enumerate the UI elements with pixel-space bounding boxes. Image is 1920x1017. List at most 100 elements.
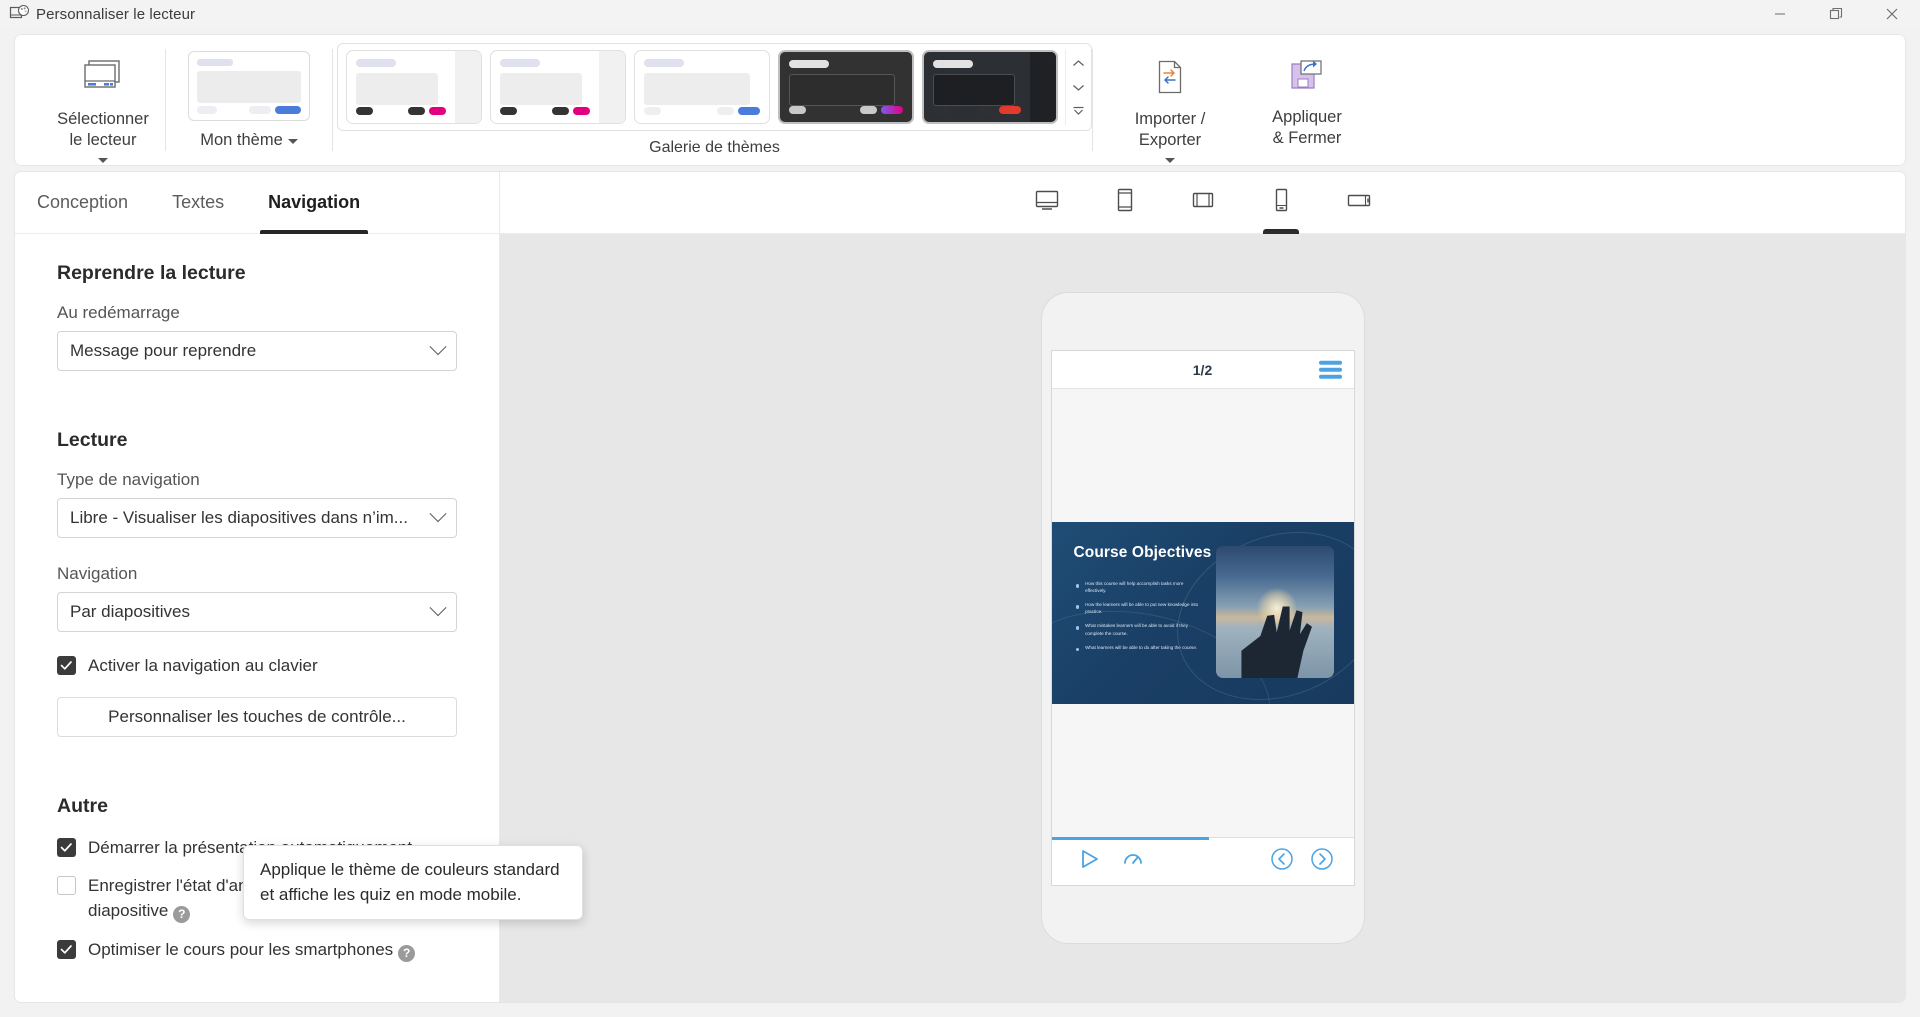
preview-pill-left <box>197 106 217 114</box>
resume-section-heading: Reprendre la lecture <box>57 262 457 285</box>
theme-buttons <box>500 107 590 115</box>
theme-gallery-group: Galerie de thèmes <box>337 35 1092 165</box>
bullet-text: How the learners will be able to put new… <box>1085 601 1205 615</box>
theme-gallery-item[interactable] <box>634 50 770 124</box>
tab-conception[interactable]: Conception <box>15 172 150 233</box>
slide-bullet: What learners will be able to do after t… <box>1076 644 1206 652</box>
progress-bar[interactable] <box>1052 837 1209 840</box>
my-theme-group: Mon thème <box>166 35 332 165</box>
hamburger-menu-icon[interactable] <box>1319 357 1342 382</box>
monitor-icon <box>1033 188 1061 217</box>
device-selector-bar <box>500 172 1905 234</box>
ribbon: Sélectionner le lecteur <box>14 34 1906 166</box>
ribbon-area: Sélectionner le lecteur <box>0 28 1920 171</box>
slide-bullet: How the learners will be able to put new… <box>1076 601 1206 615</box>
nav-type-select[interactable]: Libre - Visualiser les diapositives dans… <box>57 498 457 538</box>
tab-navigation[interactable]: Navigation <box>246 172 382 233</box>
device-tablet-portrait-button[interactable] <box>1099 173 1151 233</box>
window-controls <box>1752 0 1920 28</box>
preview-body <box>197 71 301 103</box>
slide-navigation-controls <box>1270 847 1334 876</box>
theme-btn-accent <box>881 106 903 114</box>
tab-textes[interactable]: Textes <box>150 172 246 233</box>
my-theme-preview <box>188 51 310 121</box>
theme-btn-2 <box>717 107 734 115</box>
player-top-bar: 1/2 <box>1052 351 1354 389</box>
theme-gallery-items <box>346 50 1058 124</box>
select-player-group: Sélectionner le lecteur <box>15 35 165 165</box>
chevron-down-icon[interactable] <box>98 158 108 163</box>
theme-buttons <box>356 107 446 115</box>
device-phone-portrait-button[interactable] <box>1255 173 1307 233</box>
autostart-checkbox[interactable] <box>57 838 76 857</box>
apply-close-label: Appliquer & Fermer <box>1272 107 1342 150</box>
chevron-down-icon[interactable] <box>1165 158 1175 163</box>
player-windows-icon <box>80 58 126 101</box>
keyboard-nav-row[interactable]: Activer la navigation au clavier <box>57 654 457 679</box>
import-export-label: Importer / Exporter <box>1135 109 1206 152</box>
navigation-select[interactable]: Par diapositives <box>57 592 457 632</box>
preview-panel: 1/2 Course Objectives <box>500 172 1905 1002</box>
slide-bullet: What mistakes learners will be able to a… <box>1076 622 1206 636</box>
help-icon[interactable]: ? <box>173 906 190 923</box>
slide-course-objectives: Course Objectives How this course will h… <box>1052 522 1354 704</box>
device-desktop-button[interactable] <box>1021 173 1073 233</box>
theme-body <box>789 74 895 106</box>
tablet-landscape-icon <box>1189 189 1217 216</box>
gallery-scroll-down-button[interactable] <box>1068 76 1090 98</box>
gallery-scroll-up-button[interactable] <box>1068 52 1090 74</box>
theme-gallery-item[interactable] <box>490 50 626 124</box>
chevron-down-icon[interactable] <box>288 139 298 144</box>
next-slide-icon[interactable] <box>1310 847 1334 876</box>
theme-body <box>356 73 438 105</box>
optimize-smartphones-label: Optimiser le cours pour les smartphones? <box>88 938 415 963</box>
keyboard-nav-checkbox[interactable] <box>57 656 76 675</box>
theme-body <box>644 73 750 105</box>
theme-gallery-item[interactable] <box>346 50 482 124</box>
theme-gallery-label: Galerie de thèmes <box>337 139 1092 157</box>
save-animation-state-checkbox[interactable] <box>57 876 76 895</box>
theme-title-bar <box>500 59 540 67</box>
nav-type-value: Libre - Visualiser les diapositives dans… <box>70 508 432 528</box>
previous-slide-icon[interactable] <box>1270 847 1294 876</box>
device-tablet-landscape-button[interactable] <box>1177 173 1229 233</box>
minimize-button[interactable] <box>1752 0 1808 28</box>
help-icon[interactable]: ? <box>398 945 415 962</box>
gallery-scrollbar[interactable] <box>1065 49 1091 125</box>
optimize-smartphones-checkbox[interactable] <box>57 940 76 959</box>
player-customization-window: Personnaliser le lecteur <box>0 0 1920 1017</box>
phone-mockup: 1/2 Course Objectives <box>1042 293 1364 943</box>
preview-title-bar <box>197 59 233 66</box>
optimize-smartphones-row[interactable]: Optimiser le cours pour les smartphones? <box>57 938 457 963</box>
preview-stage: 1/2 Course Objectives <box>500 234 1905 1002</box>
close-button[interactable] <box>1864 0 1920 28</box>
theme-btn-2 <box>408 107 425 115</box>
sun-glow <box>1257 588 1297 628</box>
import-export-button[interactable]: Importer / Exporter <box>1111 46 1229 154</box>
play-icon[interactable] <box>1078 848 1100 875</box>
playback-speed-icon[interactable] <box>1122 848 1144 875</box>
theme-btn-2 <box>860 106 877 114</box>
gallery-expand-button[interactable] <box>1068 100 1090 122</box>
chevron-down-icon <box>430 599 447 616</box>
restore-button[interactable] <box>1808 0 1864 28</box>
navigation-label: Navigation <box>57 564 457 584</box>
my-theme-label-row[interactable]: Mon thème <box>200 131 298 150</box>
theme-btn-accent <box>738 107 760 115</box>
device-phone-landscape-button[interactable] <box>1333 173 1385 233</box>
my-theme-button[interactable]: Mon thème <box>188 51 310 150</box>
restart-select[interactable]: Message pour reprendre <box>57 331 457 371</box>
tooltip-line-2: et affiche les quiz en mode mobile. <box>260 883 566 908</box>
theme-btn-1 <box>644 107 661 115</box>
theme-gallery-item[interactable] <box>922 50 1058 124</box>
theme-title-bar <box>356 59 396 67</box>
theme-title-bar <box>789 60 829 68</box>
slide-image <box>1216 546 1334 678</box>
select-player-label: Sélectionner le lecteur <box>57 109 149 152</box>
select-player-button[interactable]: Sélectionner le lecteur <box>41 46 165 154</box>
theme-gallery-item-selected[interactable] <box>778 50 914 124</box>
custom-control-keys-button[interactable]: Personnaliser les touches de contrôle... <box>57 697 457 737</box>
theme-btn-accent <box>573 107 590 115</box>
apply-close-button[interactable]: Appliquer & Fermer <box>1248 46 1366 154</box>
bullet-dot <box>1076 648 1080 652</box>
